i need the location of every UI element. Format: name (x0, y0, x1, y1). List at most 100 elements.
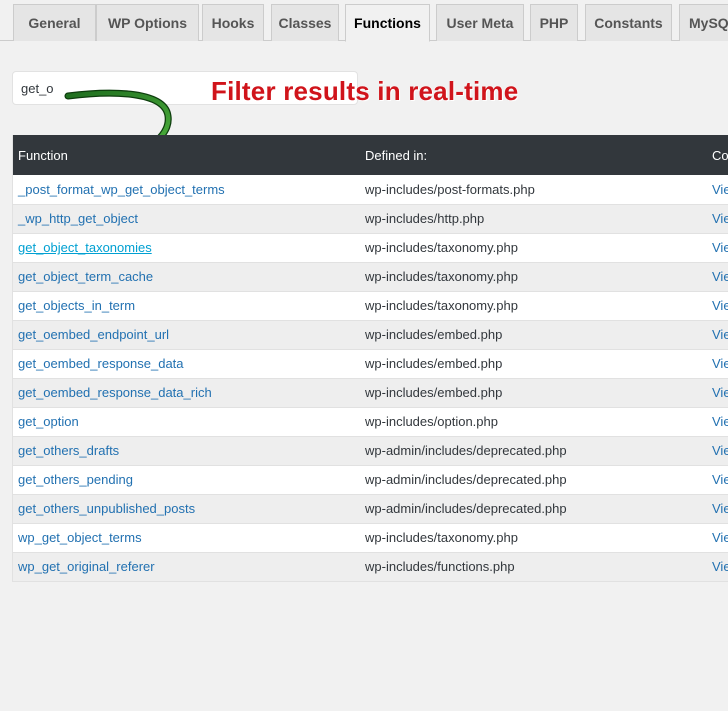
defined-in-cell: wp-admin/includes/deprecated.php (359, 465, 706, 495)
view-code-link[interactable]: Vie (712, 298, 728, 313)
defined-in-cell: wp-admin/includes/deprecated.php (359, 494, 706, 524)
function-cell: get_others_drafts (12, 436, 359, 466)
function-cell: get_object_taxonomies (12, 233, 359, 263)
code-cell: Vie (706, 175, 728, 205)
defined-in-cell: wp-includes/embed.php (359, 349, 706, 379)
view-code-link[interactable]: Vie (712, 501, 728, 516)
tab-user-meta[interactable]: User Meta (436, 4, 524, 41)
table-row: get_oembed_response_data_rich wp-includes… (12, 378, 728, 408)
function-cell: get_oembed_response_data (12, 349, 359, 379)
function-cell: get_option (12, 407, 359, 437)
defined-in-cell: wp-admin/includes/deprecated.php (359, 436, 706, 466)
tab-constants[interactable]: Constants (585, 4, 672, 41)
code-cell: Vie (706, 233, 728, 263)
function-cell: get_oembed_response_data_rich (12, 378, 359, 408)
table-row: get_object_taxonomies wp-includes/taxonom… (12, 233, 728, 263)
function-link[interactable]: get_others_drafts (18, 443, 119, 458)
code-cell: Vie (706, 436, 728, 466)
function-cell: _post_format_wp_get_object_terms (12, 175, 359, 205)
view-code-link[interactable]: Vie (712, 356, 728, 371)
table-row: get_objects_in_term wp-includes/taxonomy.… (12, 291, 728, 321)
defined-in-cell: wp-includes/http.php (359, 204, 706, 234)
view-code-link[interactable]: Vie (712, 327, 728, 342)
table-row: get_oembed_endpoint_url wp-includes/embed… (12, 320, 728, 350)
table-row: get_option wp-includes/option.php Vie (12, 407, 728, 437)
function-cell: wp_get_object_terms (12, 523, 359, 553)
defined-in-cell: wp-includes/option.php (359, 407, 706, 437)
function-link[interactable]: get_oembed_response_data_rich (18, 385, 212, 400)
table-row: get_oembed_response_data wp-includes/embe… (12, 349, 728, 379)
function-cell: get_objects_in_term (12, 291, 359, 321)
view-code-link[interactable]: Vie (712, 530, 728, 545)
defined-in-cell: wp-includes/functions.php (359, 552, 706, 582)
view-code-link[interactable]: Vie (712, 385, 728, 400)
defined-in-cell: wp-includes/taxonomy.php (359, 523, 706, 553)
view-code-link[interactable]: Vie (712, 240, 728, 255)
function-cell: get_oembed_endpoint_url (12, 320, 359, 350)
defined-in-cell: wp-includes/taxonomy.php (359, 233, 706, 263)
tab-classes[interactable]: Classes (271, 4, 339, 41)
code-cell: Vie (706, 262, 728, 292)
table-row: wp_get_object_terms wp-includes/taxonomy.… (12, 523, 728, 553)
code-cell: Vie (706, 523, 728, 553)
column-header-defined-in: Defined in: (359, 135, 706, 175)
code-cell: Vie (706, 552, 728, 582)
function-link[interactable]: wp_get_original_referer (18, 559, 155, 574)
code-cell: Vie (706, 291, 728, 321)
tab-hooks[interactable]: Hooks (202, 4, 264, 41)
function-cell: get_others_unpublished_posts (12, 494, 359, 524)
table-row: _wp_http_get_object wp-includes/http.php V… (12, 204, 728, 234)
table-row: wp_get_original_referer wp-includes/funct… (12, 552, 728, 582)
code-cell: Vie (706, 494, 728, 524)
view-code-link[interactable]: Vie (712, 182, 728, 197)
tab-wp-options[interactable]: WP Options (96, 4, 199, 41)
view-code-link[interactable]: Vie (712, 443, 728, 458)
view-code-link[interactable]: Vie (712, 269, 728, 284)
table-header-row: Function Defined in: Co (12, 135, 728, 175)
function-cell: get_others_pending (12, 465, 359, 495)
table-row: get_others_unpublished_posts wp-admin/inc… (12, 494, 728, 524)
defined-in-cell: wp-includes/embed.php (359, 320, 706, 350)
table-row: get_others_drafts wp-admin/includes/depre… (12, 436, 728, 466)
function-cell: _wp_http_get_object (12, 204, 359, 234)
functions-table: Function Defined in: Co _post_format_wp_… (12, 135, 728, 582)
function-cell: wp_get_original_referer (12, 552, 359, 582)
defined-in-cell: wp-includes/taxonomy.php (359, 262, 706, 292)
code-cell: Vie (706, 378, 728, 408)
code-cell: Vie (706, 320, 728, 350)
function-link[interactable]: get_objects_in_term (18, 298, 135, 313)
function-link[interactable]: _post_format_wp_get_object_terms (18, 182, 225, 197)
view-code-link[interactable]: Vie (712, 472, 728, 487)
table-row: get_others_pending wp-admin/includes/depr… (12, 465, 728, 495)
function-link[interactable]: get_others_pending (18, 472, 133, 487)
column-header-function: Function (12, 135, 359, 175)
defined-in-cell: wp-includes/taxonomy.php (359, 291, 706, 321)
function-link[interactable]: wp_get_object_terms (18, 530, 142, 545)
function-link[interactable]: _wp_http_get_object (18, 211, 138, 226)
page: General WP Options Hooks Classes Functions Us… (0, 0, 728, 711)
view-code-link[interactable]: Vie (712, 211, 728, 226)
tab-bar: General WP Options Hooks Classes Functions Us… (0, 0, 728, 42)
function-link[interactable]: get_oembed_response_data (18, 356, 184, 371)
defined-in-cell: wp-includes/post-formats.php (359, 175, 706, 205)
annotation-label: Filter results in real-time (211, 76, 519, 106)
code-cell: Vie (706, 204, 728, 234)
tab-general[interactable]: General (13, 4, 96, 41)
code-cell: Vie (706, 349, 728, 379)
tab-functions[interactable]: Functions (345, 4, 430, 42)
table-row: _post_format_wp_get_object_terms wp-inclu… (12, 175, 728, 205)
view-code-link[interactable]: Vie (712, 414, 728, 429)
defined-in-cell: wp-includes/embed.php (359, 378, 706, 408)
column-header-code: Co (706, 135, 728, 175)
function-cell: get_object_term_cache (12, 262, 359, 292)
function-link[interactable]: get_oembed_endpoint_url (18, 327, 169, 342)
function-link[interactable]: get_option (18, 414, 79, 429)
function-link[interactable]: get_others_unpublished_posts (18, 501, 195, 516)
table-row: get_object_term_cache wp-includes/taxonom… (12, 262, 728, 292)
view-code-link[interactable]: Vie (712, 559, 728, 574)
tab-php[interactable]: PHP (530, 4, 578, 41)
function-link[interactable]: get_object_taxonomies (18, 240, 152, 255)
code-cell: Vie (706, 465, 728, 495)
tab-mysq[interactable]: MySQ (679, 4, 728, 41)
function-link[interactable]: get_object_term_cache (18, 269, 153, 284)
